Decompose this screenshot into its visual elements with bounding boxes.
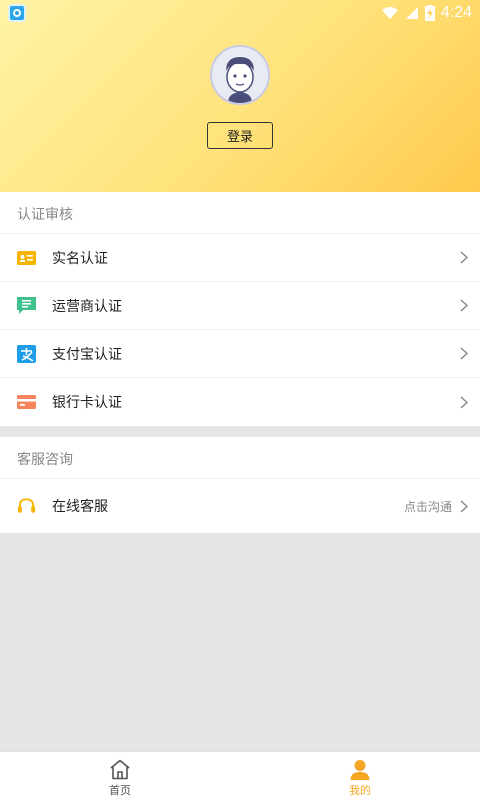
battery-icon — [424, 4, 435, 21]
tab-label: 首页 — [109, 784, 131, 797]
status-time: 4:24 — [440, 3, 472, 21]
login-button[interactable]: 登录 — [207, 122, 273, 149]
carrier-verification-item[interactable]: 运营商认证 — [0, 282, 480, 330]
user-avatar-icon — [226, 57, 254, 103]
alipay-verification-item[interactable]: 支付宝认证 — [0, 330, 480, 378]
section-title: 客服咨询 — [0, 437, 480, 479]
verification-section: 认证审核 实名认证 运营商认证 支付宝认证 银行卡认证 — [0, 192, 480, 426]
support-section: 客服咨询 在线客服 点击沟通 — [0, 437, 480, 533]
id-card-icon — [17, 249, 36, 266]
item-label: 银行卡认证 — [52, 395, 122, 411]
home-icon — [110, 759, 130, 780]
chevron-right-icon — [460, 347, 470, 361]
status-bar: 4:24 — [0, 0, 480, 25]
tab-home[interactable]: 首页 — [0, 752, 240, 801]
avatar[interactable] — [210, 45, 270, 105]
user-icon — [350, 760, 370, 780]
tab-mine[interactable]: 我的 — [240, 752, 480, 801]
item-label: 在线客服 — [52, 499, 108, 515]
tab-label: 我的 — [349, 784, 371, 797]
bank-card-icon — [17, 394, 36, 411]
section-title: 认证审核 — [0, 192, 480, 234]
wifi-icon — [381, 6, 398, 19]
item-hint: 点击沟通 — [403, 499, 452, 514]
alipay-icon — [17, 344, 36, 363]
app-notification-icon — [8, 3, 26, 22]
item-label: 实名认证 — [52, 250, 108, 267]
chevron-right-icon — [460, 499, 470, 513]
chat-list-icon — [17, 297, 36, 314]
chevron-right-icon — [460, 251, 470, 265]
bottom-tab-bar: 首页 我的 — [0, 751, 480, 801]
online-support-item[interactable]: 在线客服 点击沟通 — [0, 479, 480, 533]
bank-card-verification-item[interactable]: 银行卡认证 — [0, 378, 480, 426]
headset-icon — [17, 498, 36, 515]
chevron-right-icon — [460, 395, 470, 409]
profile-header: 登录 — [0, 0, 480, 192]
item-label: 支付宝认证 — [52, 346, 122, 363]
real-name-verification-item[interactable]: 实名认证 — [0, 234, 480, 282]
signal-icon — [405, 6, 418, 19]
chevron-right-icon — [460, 299, 470, 313]
item-label: 运营商认证 — [52, 298, 122, 315]
